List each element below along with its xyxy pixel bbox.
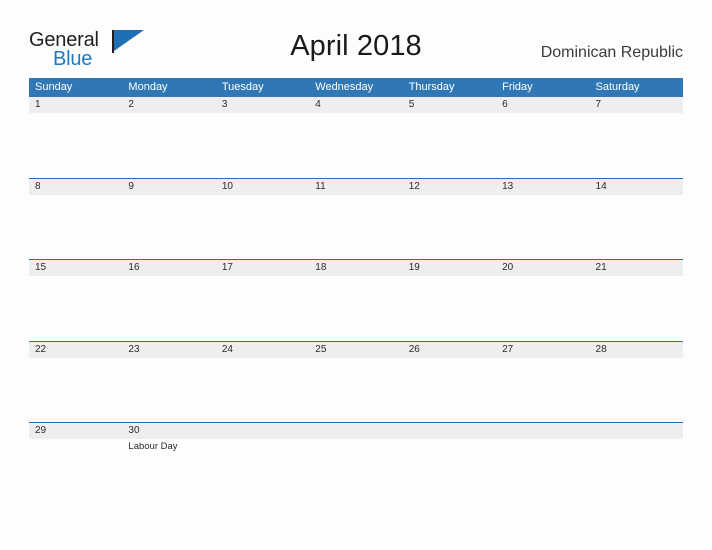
calendar-day-cell[interactable]: 17	[216, 260, 309, 341]
calendar-day-cell[interactable]: 6	[496, 97, 589, 178]
day-number: 15	[35, 262, 47, 273]
holiday-label: Labour Day	[128, 441, 178, 452]
weekday-header-row: Sunday Monday Tuesday Wednesday Thursday Frid…	[29, 78, 683, 97]
day-number: 3	[221, 99, 228, 110]
day-number: 9	[128, 180, 134, 192]
calendar-week-row: 8 9 10 11 12 13 14	[29, 177, 683, 260]
calendar-week-row: 1 2 3 4 5 6 7	[29, 97, 683, 178]
calendar-day-cell[interactable]: 22	[29, 342, 122, 423]
day-number: 27	[502, 343, 514, 355]
calendar-week-row: 29 30 Labour Day	[29, 422, 683, 504]
page-header: General Blue April 2018 Dominican Republ…	[0, 0, 712, 76]
day-number: 8	[35, 180, 41, 192]
weekday-header-saturday: Saturday	[595, 81, 640, 93]
day-number: 18	[315, 262, 327, 273]
calendar-day-cell[interactable]: 5	[403, 97, 496, 178]
day-number: 1	[35, 99, 41, 110]
day-number: 17	[221, 262, 233, 273]
week-day-cells: 22 23 24 25 26 27 28	[29, 342, 683, 423]
weekday-header-sunday: Sunday	[35, 81, 73, 93]
calendar-day-cell[interactable]: 8	[29, 179, 122, 260]
calendar-day-cell[interactable]: 13	[496, 179, 589, 260]
country-label: Dominican Republic	[540, 44, 683, 61]
calendar-day-cell-empty	[590, 423, 683, 504]
day-number: 25	[315, 343, 327, 355]
calendar-day-cell[interactable]: 7	[590, 97, 683, 178]
calendar-day-cell[interactable]: 24	[216, 342, 309, 423]
calendar-day-cell[interactable]: 15	[29, 260, 122, 341]
day-number: 23	[128, 343, 140, 355]
calendar-grid: Sunday Monday Tuesday Wednesday Thursday Frid…	[29, 78, 683, 504]
calendar-day-cell-empty	[403, 423, 496, 504]
day-number: 12	[408, 180, 420, 192]
week-day-cells: 1 2 3 4 5 6 7	[29, 97, 683, 178]
weekday-header-monday: Monday	[128, 81, 168, 93]
day-number: 10	[221, 180, 233, 192]
week-day-cells: 8 9 10 11 12 13 14	[29, 179, 683, 260]
day-number: 22	[35, 343, 47, 355]
weekday-header-tuesday: Tuesday	[221, 81, 264, 93]
calendar-day-cell[interactable]: 23	[122, 342, 215, 423]
calendar-page: General Blue April 2018 Dominican Republ…	[0, 0, 712, 550]
calendar-week-row: 22 23 24 25 26 27 28	[29, 340, 683, 423]
day-number: 7	[595, 99, 602, 110]
day-number: 24	[221, 343, 233, 355]
day-number: 11	[315, 180, 326, 192]
calendar-day-cell[interactable]: 18	[309, 260, 402, 341]
day-number: 30	[128, 425, 140, 436]
calendar-day-cell-empty	[496, 423, 589, 504]
day-number: 2	[128, 99, 134, 110]
day-number: 20	[502, 262, 514, 273]
calendar-day-cell[interactable]: 3	[216, 97, 309, 178]
day-number: 21	[595, 262, 607, 273]
weekday-header-friday: Friday	[502, 81, 533, 93]
day-number: 19	[408, 262, 420, 273]
day-number: 13	[502, 180, 514, 192]
day-number: 16	[128, 262, 140, 273]
calendar-week-row: 15 16 17 18 19 20 21	[29, 259, 683, 341]
calendar-day-cell[interactable]: 25	[309, 342, 402, 423]
week-day-cells: 29 30 Labour Day	[29, 423, 683, 504]
day-number: 5	[408, 99, 415, 110]
calendar-day-cell[interactable]: 28	[590, 342, 683, 423]
weekday-header-wednesday: Wednesday	[315, 81, 374, 93]
calendar-weeks: 1 2 3 4 5 6 7 8 9 10 11 12 13 14 15 16 17 18 19 20 21 22 23 24 2…	[29, 97, 683, 504]
day-number: 28	[595, 343, 607, 355]
day-number: 4	[315, 99, 321, 110]
calendar-day-cell[interactable]: 16	[122, 260, 215, 341]
calendar-day-cell[interactable]: 10	[216, 179, 309, 260]
calendar-day-cell[interactable]: 2	[122, 97, 215, 178]
calendar-day-cell[interactable]: 29	[29, 423, 122, 504]
calendar-day-cell[interactable]: 11	[309, 179, 402, 260]
calendar-day-cell[interactable]: 19	[403, 260, 496, 341]
calendar-day-cell[interactable]: 4	[309, 97, 402, 178]
calendar-day-cell[interactable]: 30 Labour Day	[122, 423, 215, 504]
calendar-day-cell[interactable]: 26	[403, 342, 496, 423]
day-number: 26	[408, 343, 420, 355]
day-number: 29	[35, 425, 47, 436]
calendar-day-cell[interactable]: 20	[496, 260, 589, 341]
calendar-day-cell-empty	[309, 423, 402, 504]
calendar-day-cell-empty	[216, 423, 309, 504]
calendar-day-cell[interactable]: 9	[122, 179, 215, 260]
calendar-day-cell[interactable]: 12	[403, 179, 496, 260]
calendar-day-cell[interactable]: 21	[590, 260, 683, 341]
calendar-day-cell[interactable]: 27	[496, 342, 589, 423]
week-day-cells: 15 16 17 18 19 20 21	[29, 260, 683, 341]
calendar-day-cell[interactable]: 1	[29, 97, 122, 178]
weekday-header-thursday: Thursday	[408, 81, 455, 93]
calendar-day-cell[interactable]: 14	[590, 179, 683, 260]
day-number: 14	[595, 180, 607, 192]
day-number: 6	[502, 99, 508, 110]
